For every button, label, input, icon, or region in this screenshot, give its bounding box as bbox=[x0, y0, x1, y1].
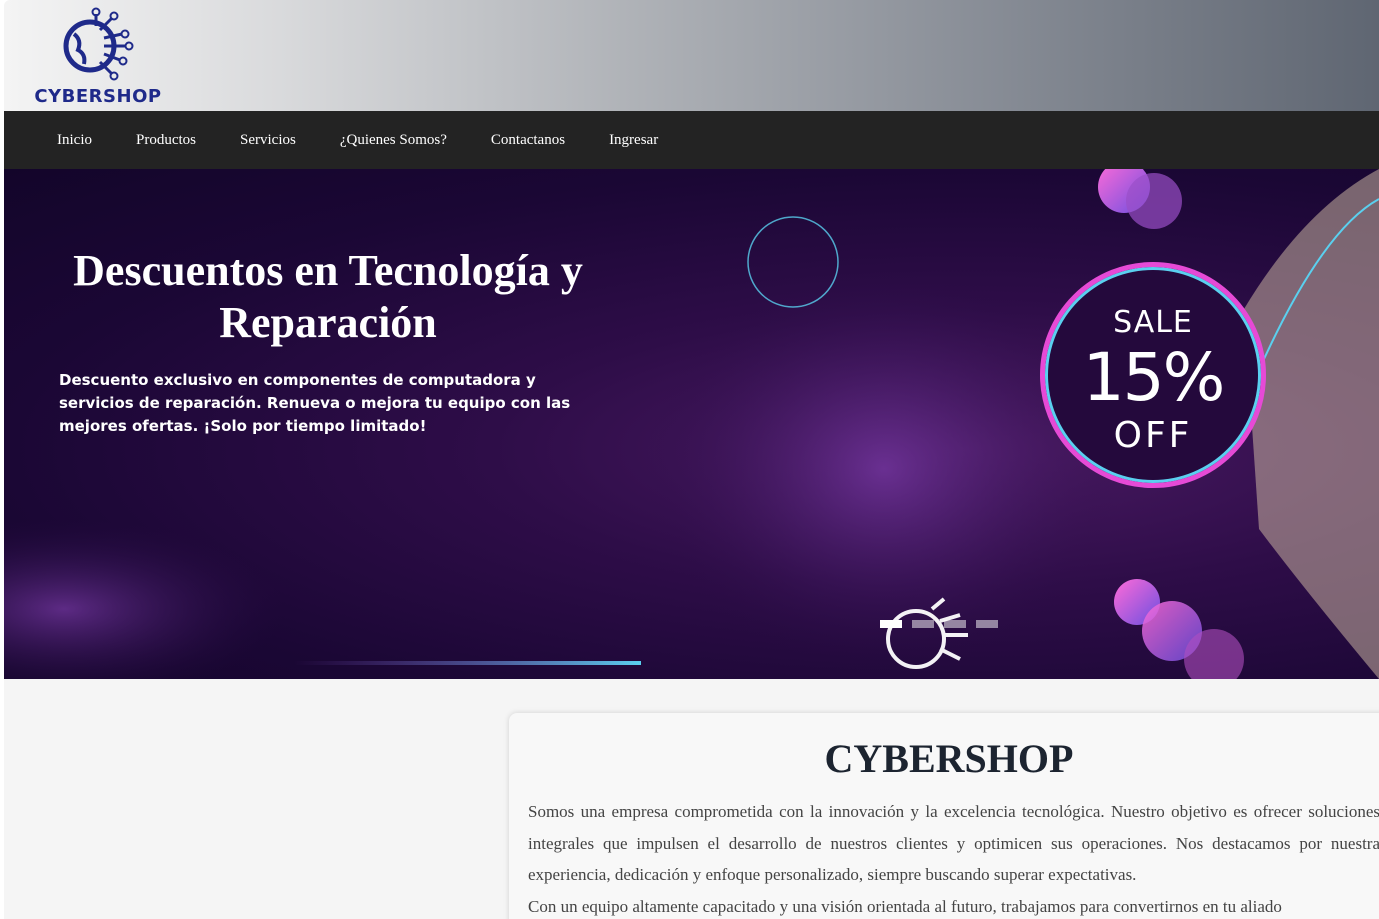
about-title: CYBERSHOP bbox=[824, 736, 1074, 781]
nav-item-quienes-somos[interactable]: ¿Quienes Somos? bbox=[318, 132, 469, 149]
hero-title: Descuentos en Tecnología y Reparación bbox=[73, 246, 583, 347]
about-body: Somos una empresa comprometida con la in… bbox=[528, 796, 1379, 919]
about-card: CYBERSHOP Somos una empresa comprometida… bbox=[509, 713, 1379, 919]
nav-item-inicio[interactable]: Inicio bbox=[35, 132, 114, 149]
nav-item-productos[interactable]: Productos bbox=[114, 132, 218, 149]
carousel-indicator[interactable] bbox=[976, 620, 998, 628]
brand-logo[interactable]: CYBERSHOP bbox=[28, 4, 168, 108]
nav-item-servicios[interactable]: Servicios bbox=[218, 132, 318, 149]
hero-description: Descuento exclusivo en componentes de co… bbox=[59, 371, 571, 435]
hero-carousel[interactable]: Descuentos en Tecnología y Reparación De… bbox=[4, 169, 1379, 679]
nav-item-ingresar[interactable]: Ingresar bbox=[587, 132, 680, 149]
about-paragraph: Con un equipo altamente capacitado y una… bbox=[528, 896, 1282, 916]
sale-badge: SALE 15% OFF bbox=[1040, 262, 1266, 488]
circuit-globe-icon bbox=[63, 7, 134, 81]
sale-badge-percent: 15% bbox=[1082, 339, 1226, 416]
carousel-indicator[interactable] bbox=[944, 620, 966, 628]
nav-item-contactanos[interactable]: Contactanos bbox=[469, 132, 587, 149]
carousel-indicators bbox=[880, 620, 998, 628]
carousel-indicator[interactable] bbox=[880, 620, 902, 628]
about-paragraph: Somos una empresa comprometida con la in… bbox=[528, 802, 1379, 884]
sale-badge-bottom: OFF bbox=[1113, 415, 1193, 456]
site-header: CYBERSHOP bbox=[4, 0, 1379, 111]
main-nav: Inicio Productos Servicios ¿Quienes Somo… bbox=[4, 111, 1379, 169]
carousel-indicator[interactable] bbox=[912, 620, 934, 628]
brand-name: CYBERSHOP bbox=[34, 86, 162, 107]
sale-badge-top: SALE bbox=[1113, 305, 1193, 340]
